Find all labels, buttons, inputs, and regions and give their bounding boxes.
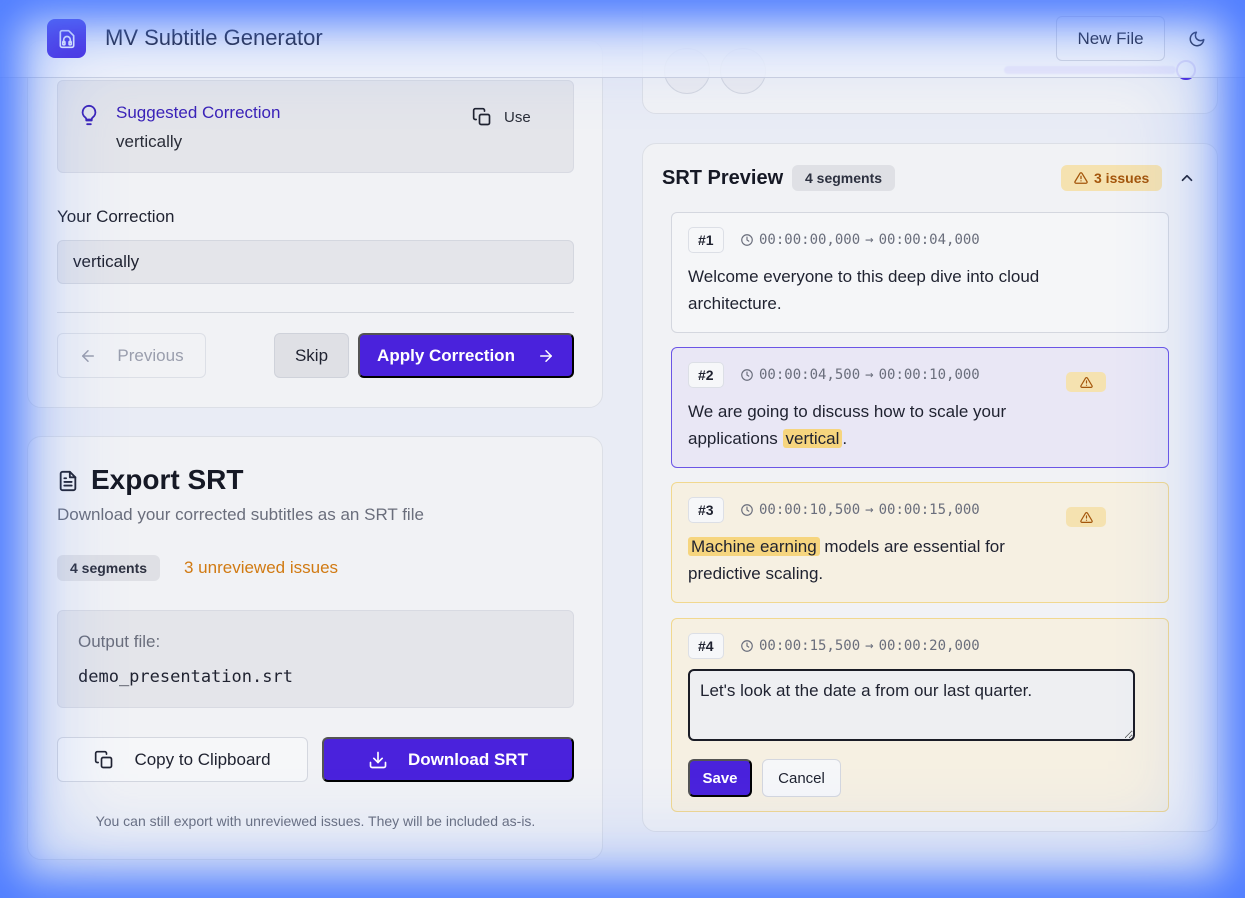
segment-number: #4 xyxy=(688,633,724,659)
lightbulb-icon xyxy=(78,103,100,132)
segment-text-after: . xyxy=(842,429,848,448)
apply-correction-button[interactable]: Apply Correction xyxy=(358,333,574,378)
clock-icon xyxy=(741,640,753,652)
segment-number: #3 xyxy=(688,497,724,523)
export-title: Export SRT xyxy=(91,464,244,495)
time-arrow: → xyxy=(865,367,874,383)
output-file-label: Output file: xyxy=(78,632,161,651)
arrow-right-icon xyxy=(539,349,552,362)
segment-card-4[interactable]: #4 00:00:15,500 → 00:00:20,000 Let's look … xyxy=(671,618,1169,812)
segment-start: 00:00:04,500 xyxy=(759,367,861,383)
segment-start: 00:00:00,000 xyxy=(759,232,861,248)
issues-label: 3 issues xyxy=(1094,170,1150,186)
segment-text: We are going to discuss how to scale you… xyxy=(688,398,1058,452)
segment-warning-badge xyxy=(1066,507,1106,527)
theme-toggle-button[interactable] xyxy=(1180,22,1214,56)
clock-icon xyxy=(741,234,753,246)
segment-start: 00:00:10,500 xyxy=(759,502,861,518)
clock-icon xyxy=(741,369,753,381)
file-text-icon xyxy=(57,469,79,498)
segment-number: #2 xyxy=(688,362,724,388)
segment-end: 00:00:10,000 xyxy=(878,367,980,383)
segment-edit-textarea[interactable]: Let's look at the date a from our last q… xyxy=(688,669,1135,741)
arrow-left-icon xyxy=(82,349,95,362)
issue-highlight[interactable]: vertical xyxy=(782,429,843,448)
unreviewed-issues-text: 3 unreviewed issues xyxy=(184,558,339,577)
moon-icon xyxy=(1189,31,1205,47)
preview-segments-badge: 4 segments xyxy=(792,165,896,191)
export-note: You can still export with unreviewed iss… xyxy=(95,813,536,829)
save-button[interactable]: Save xyxy=(688,759,752,797)
copy-icon xyxy=(95,750,113,768)
your-correction-input[interactable] xyxy=(57,240,574,284)
clock-icon xyxy=(741,504,753,516)
time-arrow: → xyxy=(865,232,874,248)
suggested-correction-value: vertically xyxy=(116,132,183,151)
time-arrow: → xyxy=(865,638,874,654)
time-arrow: → xyxy=(865,502,874,518)
download-srt-button[interactable]: Download SRT xyxy=(322,737,574,782)
app-title: MV Subtitle Generator xyxy=(105,25,323,50)
warning-icon xyxy=(1079,376,1093,388)
suggested-correction-box: Suggested Correction vertically Use xyxy=(57,80,574,173)
previous-label: Previous xyxy=(117,345,184,365)
new-file-button[interactable]: New File xyxy=(1056,16,1165,61)
use-suggestion-button[interactable]: Use xyxy=(472,107,531,127)
apply-correction-label: Apply Correction xyxy=(377,345,515,365)
segment-card-1[interactable]: #1 00:00:00,000 → 00:00:04,000 Welcome eve… xyxy=(671,212,1169,333)
segment-warning-badge xyxy=(1066,372,1106,392)
copy-label: Copy to Clipboard xyxy=(134,749,271,769)
warning-icon xyxy=(1074,172,1088,184)
app-logo-icon xyxy=(47,19,86,58)
segment-card-2[interactable]: #2 00:00:04,500 → 00:00:10,000 We are goin… xyxy=(671,347,1169,468)
collapse-button[interactable] xyxy=(1178,169,1196,192)
segment-timecode: 00:00:15,500 → 00:00:20,000 xyxy=(740,638,980,654)
segment-text: Machine earning models are essential for… xyxy=(688,533,1048,587)
download-icon xyxy=(369,751,387,768)
app-header: MV Subtitle Generator New File xyxy=(0,0,1245,78)
chevron-up-icon xyxy=(1181,174,1193,182)
download-label: Download SRT xyxy=(408,749,528,769)
output-file-box: Output file: demo_presentation.srt xyxy=(57,610,574,708)
warning-icon xyxy=(1079,511,1093,523)
segment-end: 00:00:04,000 xyxy=(878,232,980,248)
segments-badge: 4 segments xyxy=(57,555,161,581)
use-label: Use xyxy=(504,108,531,126)
your-correction-label: Your Correction xyxy=(57,207,175,226)
segment-text: Welcome everyone to this deep dive into … xyxy=(688,267,1040,313)
segment-timecode: 00:00:04,500 → 00:00:10,000 xyxy=(740,367,980,383)
segment-start: 00:00:15,500 xyxy=(759,638,861,654)
output-file-name: demo_presentation.srt xyxy=(78,667,293,687)
divider xyxy=(57,312,574,313)
previous-button[interactable]: Previous xyxy=(57,333,206,378)
segment-end: 00:00:15,000 xyxy=(878,502,980,518)
issue-highlight[interactable]: Machine earning xyxy=(688,537,820,556)
cancel-button[interactable]: Cancel xyxy=(762,759,841,797)
export-subtitle: Download your corrected subtitles as an … xyxy=(57,505,424,524)
segment-end: 00:00:20,000 xyxy=(878,638,980,654)
copy-to-clipboard-button[interactable]: Copy to Clipboard xyxy=(57,737,308,782)
copy-icon xyxy=(472,107,491,126)
suggested-correction-title: Suggested Correction xyxy=(116,103,281,122)
segment-timecode: 00:00:00,000 → 00:00:04,000 xyxy=(740,232,980,248)
issues-badge: 3 issues xyxy=(1061,165,1163,191)
srt-preview-title: SRT Preview xyxy=(662,167,784,189)
segment-number: #1 xyxy=(688,227,724,253)
segment-timecode: 00:00:10,500 → 00:00:15,000 xyxy=(740,502,980,518)
segment-card-3[interactable]: #3 00:00:10,500 → 00:00:15,000 Machine ear… xyxy=(671,482,1169,603)
skip-button[interactable]: Skip xyxy=(274,333,349,378)
